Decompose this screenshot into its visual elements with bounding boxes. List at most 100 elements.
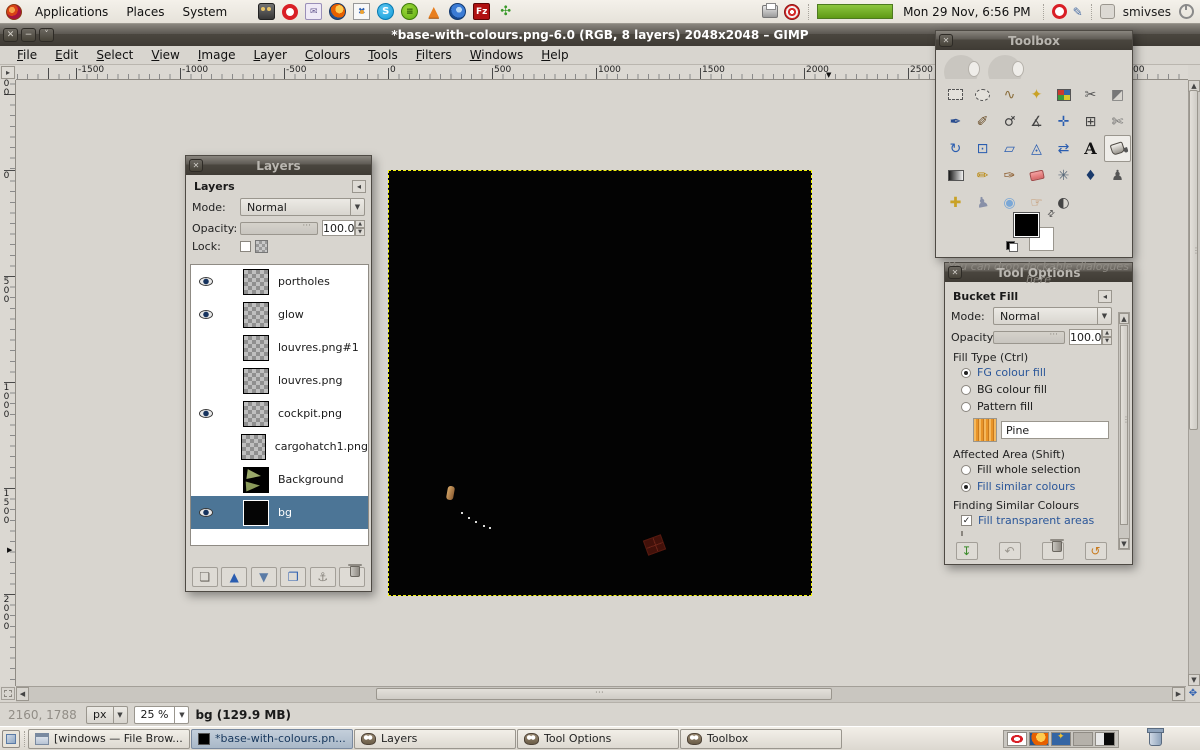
pager-window-opera[interactable]	[1007, 732, 1027, 746]
visibility-eye-icon[interactable]	[199, 409, 213, 418]
tool-options-action-button[interactable]: ↶	[999, 542, 1021, 560]
pager-window-gray[interactable]	[1073, 732, 1093, 746]
radio-icon[interactable]	[961, 385, 971, 395]
tool-button[interactable]: ↻	[942, 135, 969, 162]
layer-name[interactable]: louvres.png#1	[278, 341, 359, 354]
tool-button[interactable]: ◬	[1023, 135, 1050, 162]
scroll-down-button[interactable]: ▼	[1188, 674, 1200, 686]
tool-button[interactable]: ⊡	[969, 135, 996, 162]
opacity-spinner[interactable]: 100.0 ▲▼	[1069, 329, 1112, 345]
layer-mode-select[interactable]: Normal ▼	[240, 198, 365, 216]
toolbox-window[interactable]: ✕ Toolbox ∿ ✦ ✂	[935, 30, 1133, 258]
layer-name[interactable]: cargohatch1.png	[275, 440, 368, 453]
unit-select[interactable]: px ▼	[86, 706, 128, 724]
power-icon[interactable]	[1179, 4, 1194, 19]
panel-menu-item[interactable]: System	[173, 0, 236, 23]
layer-row[interactable]: bg	[191, 496, 368, 529]
layer-name[interactable]: portholes	[278, 275, 330, 288]
panel-menu-item[interactable]: Applications	[26, 0, 117, 23]
quickmask-toggle[interactable]	[1, 687, 15, 700]
launcher-icon[interactable]: ✣	[497, 3, 514, 20]
close-icon[interactable]: ✕	[948, 266, 962, 279]
launcher-icon[interactable]	[449, 3, 466, 20]
radio-icon[interactable]	[961, 482, 971, 492]
tool-button[interactable]: ♦	[1077, 162, 1104, 189]
panel-menu-item[interactable]: Places	[117, 0, 173, 23]
tool-button[interactable]	[1023, 162, 1050, 189]
fill-type-option[interactable]: Pattern fill	[945, 398, 1132, 415]
layers-dialog[interactable]: ✕ Layers Layers ◂ Mode: Normal ▼ Opacity…	[185, 155, 372, 592]
chevron-down-icon[interactable]: ▼	[1097, 308, 1111, 324]
layer-thumbnail[interactable]	[243, 368, 269, 394]
affected-area-option[interactable]: Fill similar colours	[945, 478, 1132, 495]
pager-window-xchat[interactable]	[1051, 732, 1071, 746]
layer-action-button[interactable]: ▼	[251, 567, 277, 587]
tab-menu-button[interactable]: ◂	[352, 180, 366, 193]
visibility-eye-icon[interactable]	[199, 508, 213, 517]
swap-colors-icon[interactable]: ⇄	[1046, 208, 1058, 220]
help-lifering-icon[interactable]	[784, 4, 800, 20]
tool-button[interactable]	[1050, 81, 1077, 108]
opacity-slider[interactable]	[993, 331, 1065, 344]
tool-options-window[interactable]: You can drop dockable dialogues here ✕ T…	[944, 262, 1133, 565]
layer-row[interactable]: glow	[191, 298, 368, 331]
color-area[interactable]: ⇄	[1006, 209, 1066, 253]
opacity-slider[interactable]	[240, 222, 318, 235]
trash-applet-icon[interactable]	[1149, 731, 1162, 746]
tomboy-pen-icon[interactable]: ✎	[1073, 5, 1083, 19]
layer-thumbnail[interactable]	[241, 434, 266, 460]
tool-options-titlebar[interactable]: You can drop dockable dialogues here ✕ T…	[945, 263, 1132, 282]
pager-window-firefox[interactable]	[1029, 732, 1049, 746]
pattern-swatch[interactable]	[973, 418, 997, 442]
layer-name[interactable]: Background	[278, 473, 344, 486]
layers-dialog-titlebar[interactable]: ✕ Layers	[186, 156, 371, 175]
layer-action-button[interactable]: ❏	[192, 567, 218, 587]
layer-thumbnail[interactable]	[243, 335, 269, 361]
launcher-icon[interactable]	[282, 4, 298, 20]
layer-thumbnail[interactable]	[243, 269, 269, 295]
scroll-up-button[interactable]: ▲	[1119, 313, 1129, 324]
tool-button[interactable]: ♟	[1104, 162, 1131, 189]
tool-button[interactable]: ⊞	[1077, 108, 1104, 135]
layer-thumbnail[interactable]	[243, 467, 269, 493]
layer-name[interactable]: bg	[278, 506, 292, 519]
layer-row[interactable]: louvres.png	[191, 364, 368, 397]
fill-transparent-checkbox[interactable]: ✓	[961, 515, 972, 526]
fill-type-option[interactable]: BG colour fill	[945, 381, 1132, 398]
radio-icon[interactable]	[961, 368, 971, 378]
layer-row[interactable]: louvres.png#1	[191, 331, 368, 364]
launcher-icon[interactable]: ✉	[305, 3, 322, 20]
clock[interactable]: Mon 29 Nov, 6:56 PM	[899, 5, 1035, 19]
layer-action-button[interactable]: ⚓	[310, 567, 336, 587]
default-colors-icon[interactable]	[1006, 241, 1018, 252]
tool-button[interactable]	[969, 81, 996, 108]
ubuntu-logo-icon[interactable]	[6, 4, 22, 20]
layer-thumbnail[interactable]	[243, 500, 269, 526]
layer-row[interactable]: cargohatch1.png	[191, 430, 368, 463]
image-canvas[interactable]	[388, 170, 812, 596]
tool-button[interactable]	[942, 81, 969, 108]
menubar-item[interactable]: Image	[189, 48, 245, 62]
tool-button[interactable]: ✑	[996, 162, 1023, 189]
foreground-color-swatch[interactable]	[1014, 213, 1039, 237]
menubar-item[interactable]: Windows	[461, 48, 533, 62]
taskbar-window-button[interactable]: Layers	[354, 729, 516, 749]
layer-action-button[interactable]: ❐	[280, 567, 306, 587]
tool-button[interactable]: ✂	[1077, 81, 1104, 108]
tool-button[interactable]: ✳	[1050, 162, 1077, 189]
chevron-down-icon[interactable]: ▼	[350, 199, 364, 215]
visibility-eye-icon[interactable]	[199, 310, 213, 319]
spin-up-icon[interactable]: ▲	[1102, 329, 1112, 337]
tool-button[interactable]: ✛	[1050, 108, 1077, 135]
menubar-item[interactable]: Select	[87, 48, 142, 62]
close-icon[interactable]: ✕	[189, 159, 203, 172]
scroll-left-button[interactable]: ◀	[16, 687, 29, 701]
scroll-down-button[interactable]: ▼	[1119, 538, 1129, 549]
navigation-preview-button[interactable]: ✥	[1186, 686, 1200, 702]
menubar-item[interactable]: Layer	[244, 48, 295, 62]
chevron-down-icon[interactable]: ▼	[113, 707, 127, 723]
radio-icon[interactable]	[961, 402, 971, 412]
chevron-down-icon[interactable]: ▼	[174, 707, 188, 723]
tool-button[interactable]: ✒	[942, 108, 969, 135]
layer-name[interactable]: cockpit.png	[278, 407, 342, 420]
